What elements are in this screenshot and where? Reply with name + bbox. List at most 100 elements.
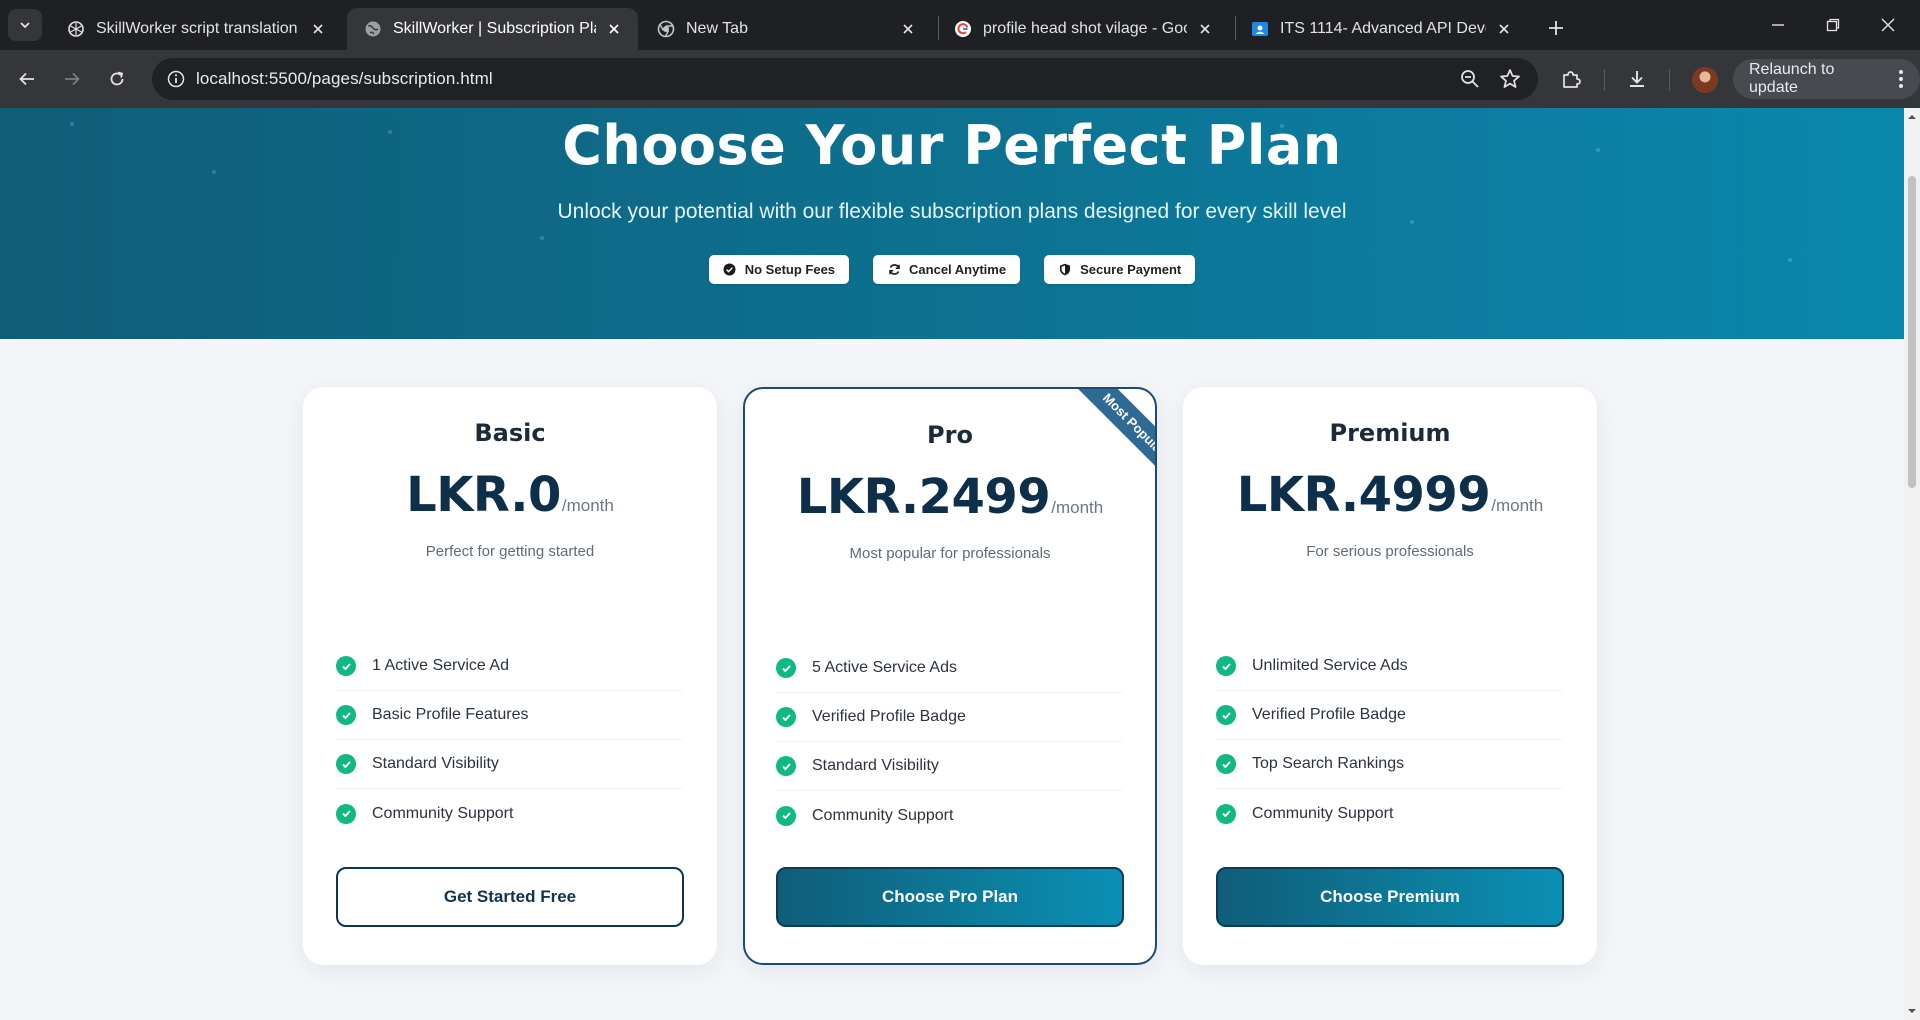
- browser-tab-strip: SkillWorker script translation SkillWork…: [0, 0, 1920, 50]
- close-window-button[interactable]: [1870, 10, 1906, 40]
- no-setup-fees-badge: No Setup Fees: [708, 255, 850, 284]
- tab-skillworker-script[interactable]: SkillWorker script translation: [50, 8, 342, 50]
- download-icon: [1630, 71, 1644, 87]
- close-tab-icon[interactable]: [1195, 19, 1215, 39]
- close-tab-icon[interactable]: [898, 19, 918, 39]
- check-icon: [1216, 656, 1236, 676]
- hero-decor-dot: [540, 236, 544, 240]
- plan-price: LKR.4999: [1236, 467, 1491, 523]
- new-tab-button[interactable]: [1542, 14, 1570, 42]
- relaunch-to-update-button[interactable]: Relaunch to update: [1733, 59, 1920, 99]
- feature-item: Community Support: [1216, 789, 1562, 838]
- globe-icon: [363, 19, 383, 39]
- google-icon: [953, 19, 973, 39]
- page-scrollbar[interactable]: [1904, 108, 1920, 1020]
- toolbar-divider: [1604, 69, 1605, 91]
- close-tab-icon[interactable]: [308, 19, 328, 39]
- bookmark-star-icon[interactable]: [1498, 67, 1522, 91]
- close-tab-icon[interactable]: [1494, 19, 1514, 39]
- check-icon: [1216, 705, 1236, 725]
- badge-label: No Setup Fees: [744, 262, 836, 277]
- minimize-button[interactable]: [1760, 10, 1796, 40]
- page-viewport: Choose Your Perfect Plan Unlock your pot…: [0, 108, 1904, 1020]
- feature-label: Standard Visibility: [812, 757, 939, 774]
- feature-label: 5 Active Service Ads: [812, 659, 957, 676]
- check-icon: [336, 656, 356, 676]
- more-options-icon[interactable]: [1894, 68, 1908, 90]
- tab-google-search[interactable]: profile head shot vilage - Goog: [937, 8, 1229, 50]
- badge-label: Secure Payment: [1080, 262, 1182, 277]
- tab-its-classroom[interactable]: ITS 1114- Advanced API Develo: [1234, 8, 1528, 50]
- plan-name: Premium: [1329, 419, 1451, 447]
- plan-features-list: 5 Active Service Ads Verified Profile Ba…: [776, 644, 1122, 840]
- tab-title: SkillWorker | Subscription Plans: [393, 20, 596, 37]
- reload-button[interactable]: [102, 64, 132, 94]
- feature-item: Verified Profile Badge: [776, 693, 1122, 742]
- feature-item: Top Search Rankings: [1216, 740, 1562, 789]
- plus-icon: [1549, 21, 1563, 35]
- refresh-icon: [887, 263, 901, 277]
- plan-price: LKR.2499: [796, 469, 1051, 525]
- tab-new-tab[interactable]: New Tab: [640, 8, 932, 50]
- tab-title: ITS 1114- Advanced API Develo: [1280, 20, 1486, 37]
- feature-label: Standard Visibility: [372, 755, 499, 772]
- hero-badges: No Setup Fees Cancel Anytime Secure Paym…: [0, 255, 1904, 284]
- scroll-up-arrow-icon[interactable]: [1907, 112, 1917, 122]
- choose-pro-plan-button[interactable]: Choose Pro Plan: [776, 867, 1124, 927]
- restore-icon: [1826, 18, 1840, 32]
- site-info-icon[interactable]: [164, 67, 188, 91]
- feature-label: Top Search Rankings: [1252, 755, 1405, 772]
- toolbar-divider: [1669, 69, 1670, 91]
- back-button[interactable]: [12, 64, 42, 94]
- extensions-button[interactable]: [1558, 66, 1584, 92]
- profile-avatar[interactable]: [1692, 67, 1718, 93]
- check-icon: [336, 705, 356, 725]
- plan-period: /month: [561, 496, 614, 515]
- downloads-button[interactable]: [1624, 66, 1650, 92]
- restore-button[interactable]: [1815, 10, 1851, 40]
- close-tab-icon[interactable]: [604, 19, 624, 39]
- badge-label: Cancel Anytime: [909, 262, 1007, 277]
- choose-premium-button[interactable]: Choose Premium: [1216, 867, 1564, 927]
- check-icon: [776, 707, 796, 727]
- check-icon: [1216, 803, 1236, 824]
- check-icon: [776, 805, 796, 826]
- feature-item: Unlimited Service Ads: [1216, 642, 1562, 691]
- plan-card-basic: Basic LKR.0/month Perfect for getting st…: [303, 387, 717, 965]
- classroom-icon: [1250, 19, 1270, 39]
- check-icon: [776, 658, 796, 678]
- hero-section: Choose Your Perfect Plan Unlock your pot…: [0, 108, 1904, 339]
- plan-description: Perfect for getting started: [425, 543, 595, 560]
- feature-label: Unlimited Service Ads: [1252, 657, 1408, 674]
- arrow-left-icon: [19, 72, 34, 86]
- scrollbar-thumb[interactable]: [1908, 176, 1916, 488]
- scroll-down-arrow-icon[interactable]: [1907, 1006, 1917, 1016]
- tab-search-button[interactable]: [8, 9, 42, 41]
- tab-subscription-plans[interactable]: SkillWorker | Subscription Plans: [347, 8, 638, 50]
- page-title: Choose Your Perfect Plan: [562, 114, 1342, 177]
- plan-name: Basic: [474, 419, 546, 447]
- arrow-right-icon: [65, 72, 80, 86]
- feature-item: 1 Active Service Ad: [336, 642, 682, 691]
- minimize-icon: [1772, 24, 1784, 26]
- address-bar[interactable]: localhost:5500/pages/subscription.html: [152, 58, 1538, 100]
- plan-description: For serious professionals: [1306, 543, 1474, 560]
- plan-price-row: LKR.0/month: [303, 467, 717, 523]
- url-text[interactable]: localhost:5500/pages/subscription.html: [196, 69, 493, 89]
- reload-icon: [110, 71, 124, 86]
- feature-label: Community Support: [1252, 804, 1394, 822]
- chevron-down-icon: [20, 22, 30, 29]
- plan-description: Most popular for professionals: [849, 545, 1051, 562]
- plan-card-pro: Most Popular Pro LKR.2499/month Most pop…: [743, 387, 1157, 965]
- relaunch-label: Relaunch to update: [1749, 61, 1835, 96]
- feature-item: Basic Profile Features: [336, 691, 682, 740]
- plan-price: LKR.0: [406, 467, 561, 523]
- tab-title: SkillWorker script translation: [96, 20, 298, 37]
- page-subtitle: Unlock your potential with our flexible …: [557, 200, 1347, 223]
- get-started-free-button[interactable]: Get Started Free: [336, 867, 684, 927]
- feature-item: Standard Visibility: [776, 742, 1122, 791]
- feature-label: Community Support: [812, 806, 954, 824]
- forward-button[interactable]: [57, 64, 87, 94]
- browser-toolbar: localhost:5500/pages/subscription.html R…: [0, 50, 1920, 108]
- zoom-icon[interactable]: [1458, 67, 1482, 91]
